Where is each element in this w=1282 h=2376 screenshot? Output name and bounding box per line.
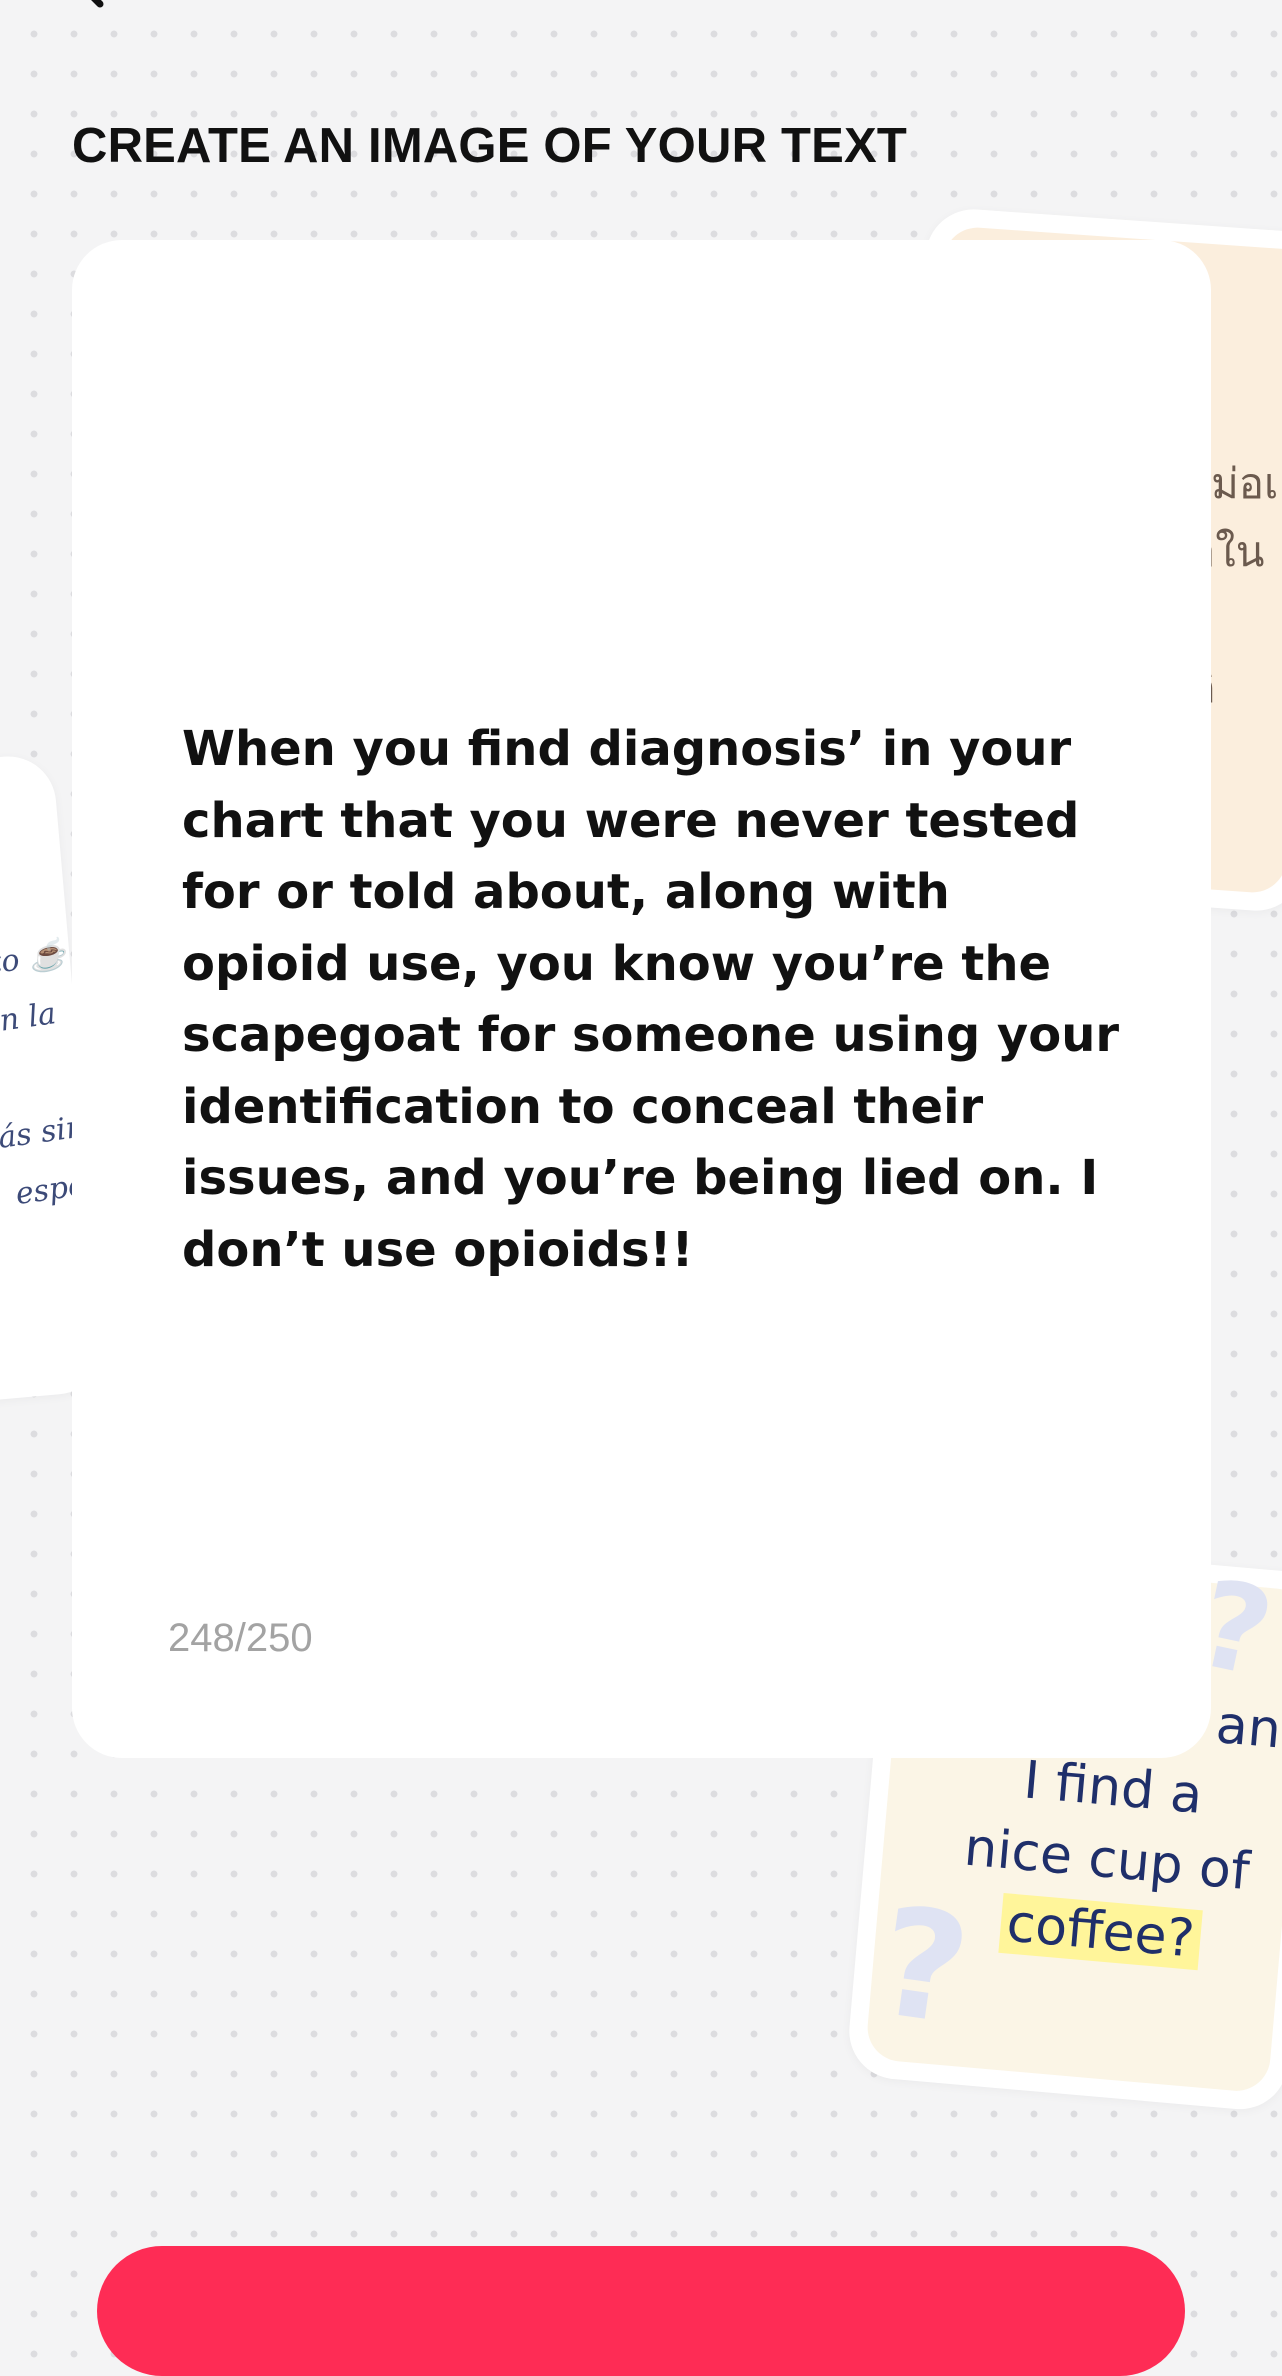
chevron-left-icon: [91, 0, 104, 8]
text-card[interactable]: When you find diagnosis’ in your chart t…: [72, 240, 1211, 1758]
back-button[interactable]: [40, 0, 130, 30]
text-input-content[interactable]: When you find diagnosis’ in your chart t…: [182, 714, 1122, 1286]
character-counter: 248/250: [168, 1616, 313, 1660]
page-title: CREATE AN IMAGE OF YOUR TEXT: [72, 119, 908, 173]
create-image-button[interactable]: [97, 2246, 1185, 2376]
highlighted-word: coffee?: [998, 1892, 1203, 1971]
